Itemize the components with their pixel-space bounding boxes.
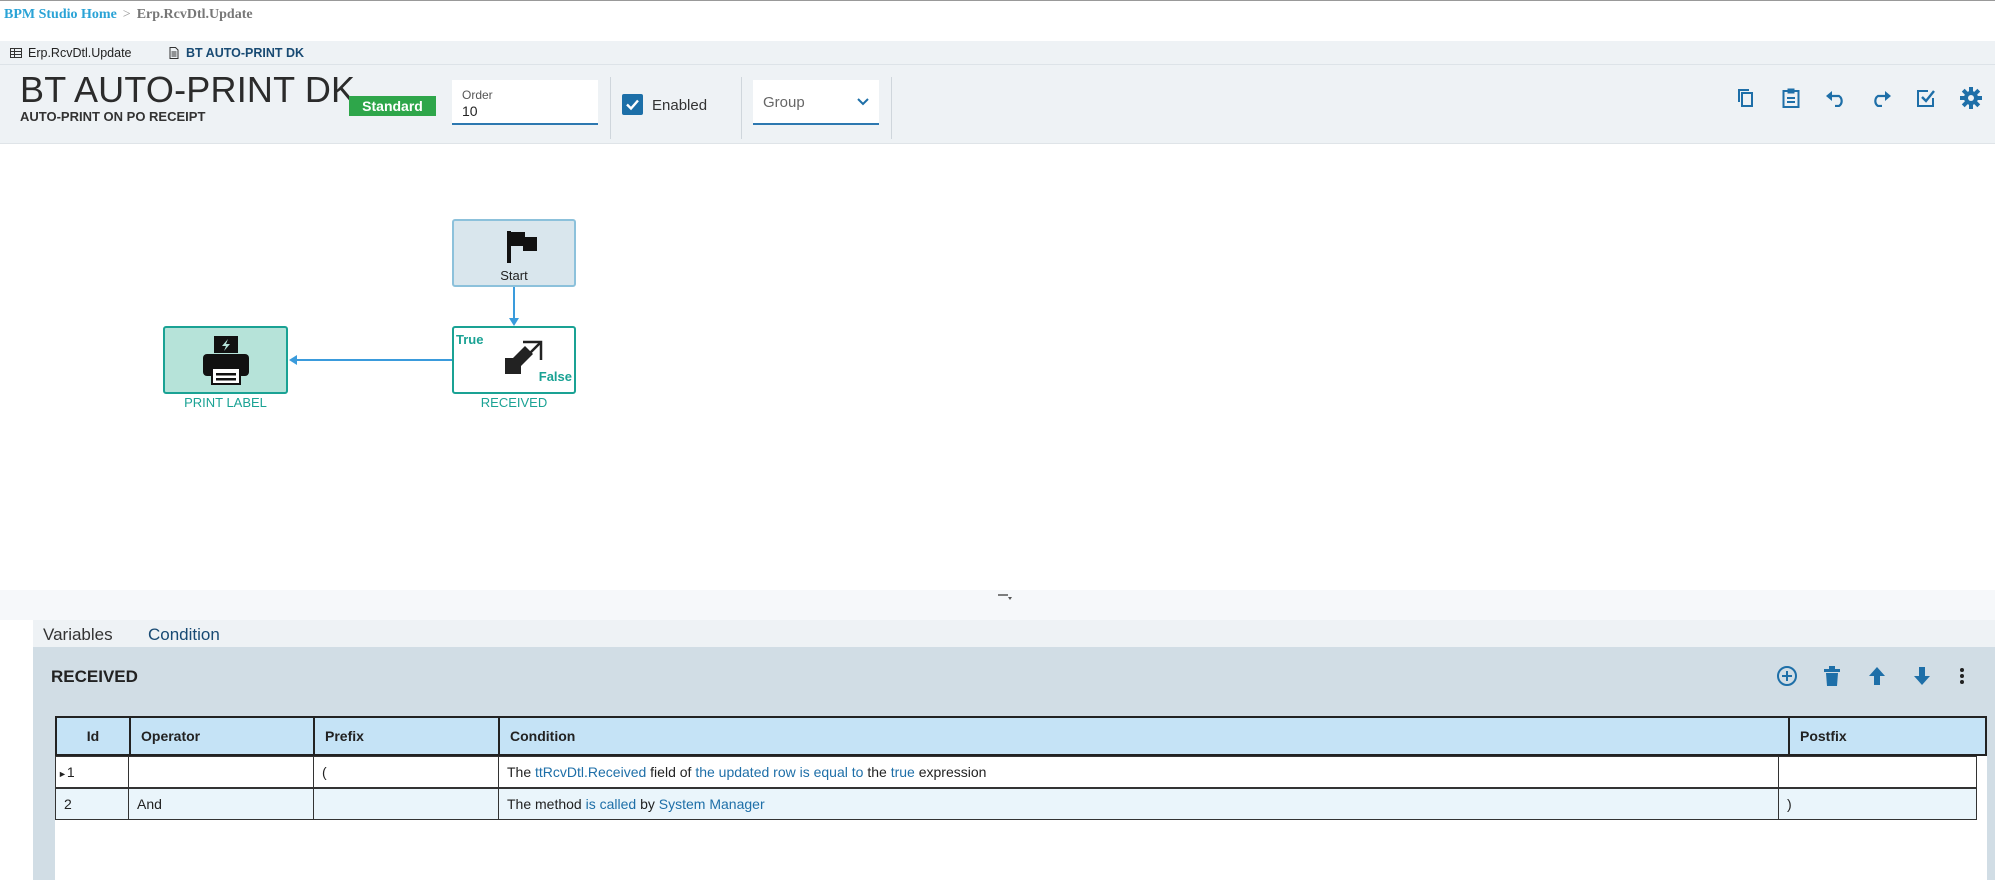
flag-icon	[507, 231, 537, 263]
printer-icon	[203, 336, 249, 385]
checkmark-icon	[626, 99, 639, 111]
breadcrumb: BPM Studio Home > Erp.RcvDtl.Update	[0, 0, 1995, 30]
group-select-label: Group	[763, 94, 805, 111]
divider	[610, 77, 611, 139]
copy-icon[interactable]	[1734, 86, 1758, 110]
condition-text: by	[640, 796, 655, 812]
enabled-checkbox[interactable]	[622, 94, 643, 115]
condition-node-caption: RECEIVED	[480, 395, 548, 410]
column-header-condition[interactable]: Condition	[500, 718, 1790, 754]
condition-operator-link[interactable]: is equal to	[800, 764, 864, 780]
move-up-icon[interactable]	[1865, 664, 1889, 688]
order-field[interactable]: Order	[452, 80, 598, 125]
page-title: BT AUTO-PRINT DK	[20, 69, 356, 110]
divider	[741, 77, 742, 139]
validate-icon[interactable]	[1914, 86, 1938, 110]
cell-prefix[interactable]: (	[314, 757, 499, 787]
redo-icon[interactable]	[1869, 86, 1893, 110]
start-node[interactable]: Start	[452, 219, 576, 287]
paste-icon[interactable]	[1779, 86, 1803, 110]
document-icon	[169, 47, 179, 59]
condition-value-link[interactable]: System Manager	[659, 796, 765, 812]
condition-text: the	[867, 764, 887, 780]
grid-header: Id Operator Prefix Condition Postfix	[55, 716, 1987, 756]
false-branch-label: False	[538, 369, 572, 384]
move-down-icon[interactable]	[1910, 664, 1934, 688]
workflow-canvas[interactable]	[10, 145, 1995, 590]
breadcrumb-current: Erp.RcvDtl.Update	[136, 7, 253, 22]
chevron-down-icon	[857, 98, 869, 106]
order-input[interactable]	[462, 103, 582, 119]
status-badge: Standard	[349, 96, 436, 116]
tab-variables[interactable]: Variables	[43, 625, 113, 648]
condition-text: field of	[650, 764, 692, 780]
delete-icon[interactable]	[1820, 664, 1844, 688]
condition-text: The method	[507, 796, 582, 812]
column-header-prefix[interactable]: Prefix	[315, 718, 500, 754]
column-header-postfix[interactable]: Postfix	[1790, 718, 1985, 754]
cell-condition: The ttRcvDtl.Received field of the updat…	[499, 757, 1779, 787]
column-header-id[interactable]: Id	[57, 718, 131, 754]
enabled-label: Enabled	[652, 97, 708, 114]
tab-label: BT AUTO-PRINT DK	[186, 46, 305, 60]
tab-bt-auto-print-dk[interactable]: BT AUTO-PRINT DK	[168, 46, 304, 60]
start-label: Start	[500, 268, 528, 283]
condition-dataset-link[interactable]: the updated row	[695, 764, 795, 780]
panel-splitter[interactable]	[0, 590, 1995, 620]
row-indicator-icon: ►	[58, 769, 67, 779]
condition-field-link[interactable]: ttRcvDtl.Received	[535, 764, 646, 780]
table-row[interactable]: 2 And The method is called by System Man…	[55, 788, 1977, 820]
table-icon	[10, 48, 22, 58]
cell-id: ►1	[56, 757, 129, 787]
cell-postfix[interactable]	[1779, 757, 1976, 787]
cell-operator[interactable]	[129, 757, 314, 787]
condition-panel: RECEIVED Id Operator Prefix Condition Po…	[33, 647, 1995, 880]
cell-postfix[interactable]: )	[1779, 789, 1976, 819]
column-header-operator[interactable]: Operator	[131, 718, 315, 754]
group-select[interactable]: Group	[753, 80, 879, 125]
settings-icon[interactable]	[1959, 86, 1983, 110]
action-node-caption: PRINT LABEL	[184, 395, 267, 410]
condition-node-received[interactable]: True False	[452, 326, 576, 394]
directive-header: BT AUTO-PRINT DK AUTO-PRINT ON PO RECEIP…	[0, 65, 1995, 144]
table-row[interactable]: ►1 ( The ttRcvDtl.Received field of the …	[55, 756, 1977, 788]
cell-condition: The method is called by System Manager	[499, 789, 1779, 819]
splitter-handle-icon	[998, 594, 1012, 600]
condition-operator-link[interactable]: is called	[586, 796, 637, 812]
more-icon[interactable]	[1950, 664, 1974, 688]
breadcrumb-separator: >	[122, 7, 131, 22]
true-branch-label: True	[456, 332, 484, 347]
page-subtitle: AUTO-PRINT ON PO RECEIPT	[20, 109, 206, 124]
condition-grid: Id Operator Prefix Condition Postfix ►1 …	[55, 716, 1987, 880]
condition-panel-title: RECEIVED	[51, 667, 138, 686]
tab-erp-rcvdtl-update[interactable]: Erp.RcvDtl.Update	[10, 46, 132, 60]
cell-operator[interactable]: And	[129, 789, 314, 819]
undo-icon[interactable]	[1824, 86, 1848, 110]
breadcrumb-home-link[interactable]: BPM Studio Home	[4, 7, 117, 22]
condition-text: expression	[918, 764, 987, 780]
bottom-panel: Variables Condition RECEIVED Id Operator…	[33, 620, 1995, 880]
tab-label: Erp.RcvDtl.Update	[28, 46, 132, 60]
action-node-print-label[interactable]	[163, 326, 288, 394]
document-tab-strip: Erp.RcvDtl.Update BT AUTO-PRINT DK	[0, 41, 1995, 65]
cell-prefix[interactable]	[314, 789, 499, 819]
add-icon[interactable]	[1775, 664, 1799, 688]
condition-text: The	[507, 764, 532, 780]
cell-id: 2	[56, 789, 129, 819]
divider	[891, 77, 892, 139]
condition-value-link[interactable]: true	[891, 764, 915, 780]
order-label: Order	[462, 88, 493, 102]
